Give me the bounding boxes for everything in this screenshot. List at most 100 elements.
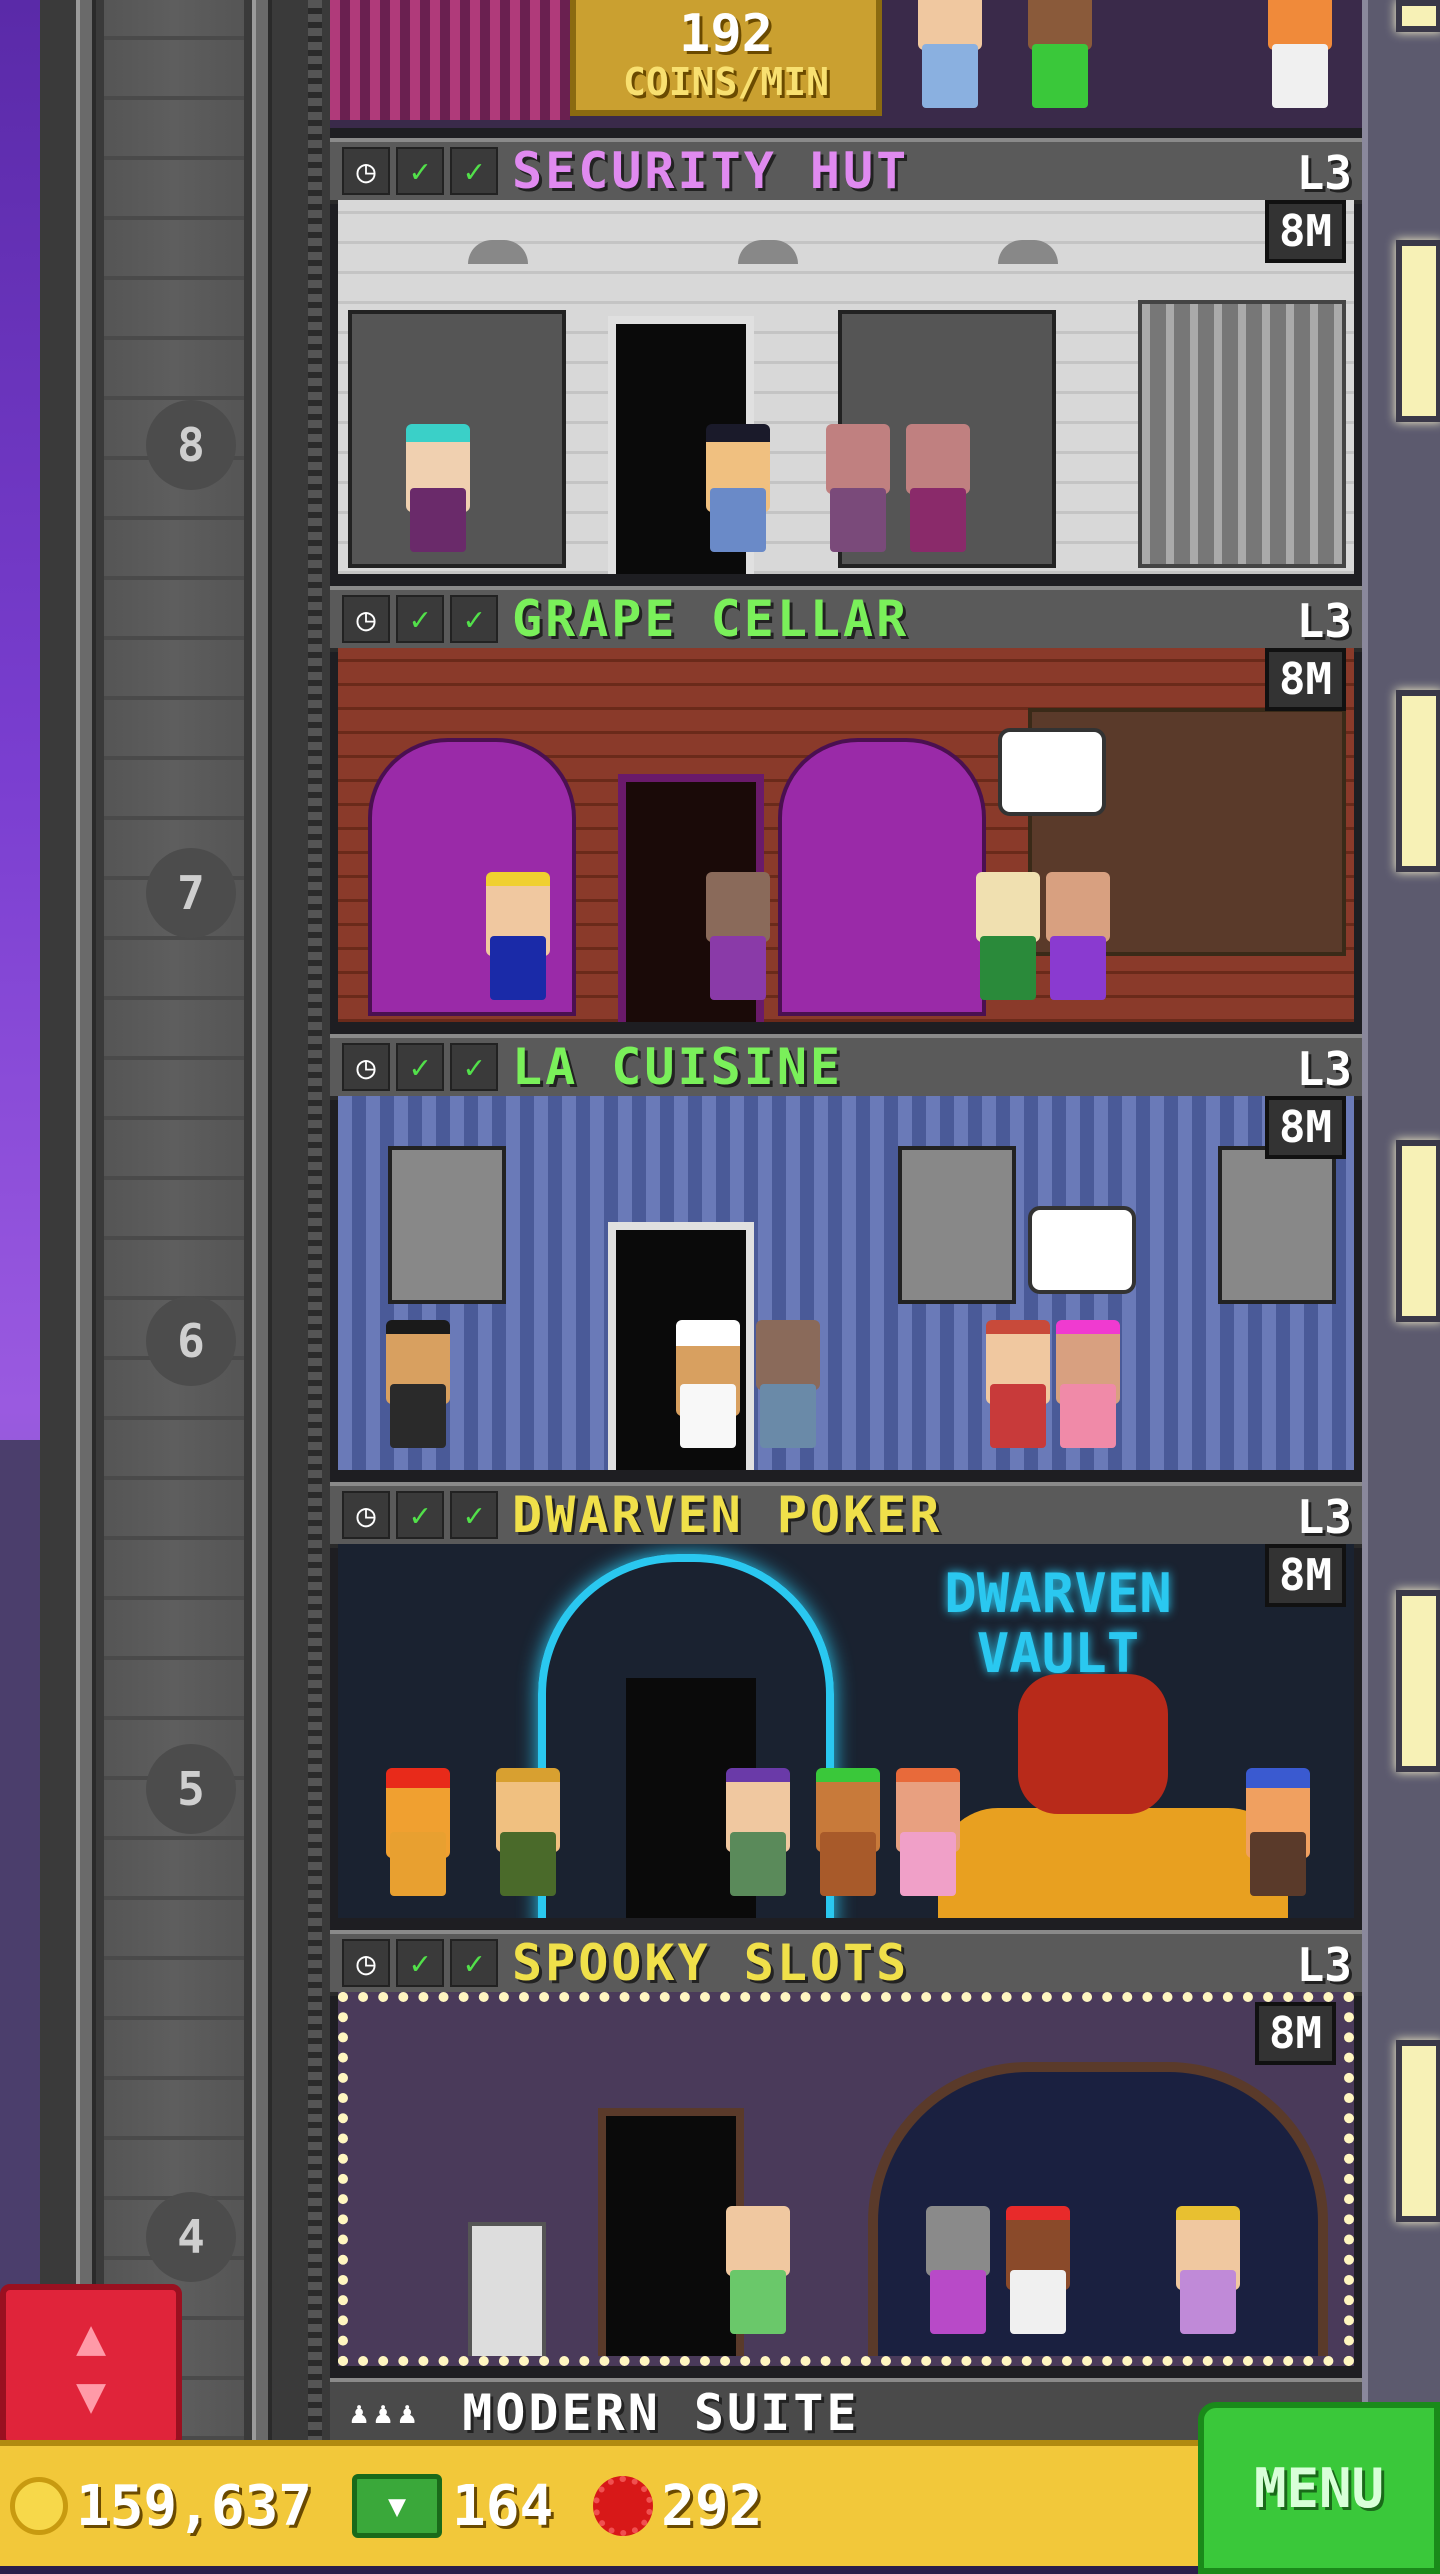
floor-level: L3 bbox=[1296, 594, 1352, 648]
bitizen-chef[interactable] bbox=[668, 1320, 748, 1460]
bux-value: 164 bbox=[452, 2473, 554, 2539]
gems-value: 292 bbox=[661, 2473, 763, 2539]
check-icon: ✓ bbox=[396, 595, 444, 643]
bitizen[interactable] bbox=[968, 872, 1048, 1012]
bux-icon: ▼ bbox=[352, 2474, 443, 2538]
floor-level: L3 bbox=[1296, 146, 1352, 200]
bitizen[interactable] bbox=[910, 0, 990, 120]
elevator-button[interactable]: ▲▼ bbox=[0, 2284, 182, 2448]
speech-bubble[interactable] bbox=[998, 728, 1106, 816]
menu-button[interactable]: MENU bbox=[1198, 2402, 1440, 2574]
check-icon: ✓ bbox=[396, 1939, 444, 1987]
floor-header[interactable]: ◷ ✓ ✓ SECURITY HUT L3 bbox=[330, 138, 1362, 204]
clock-icon: ◷ bbox=[342, 147, 390, 195]
floor-la-cuisine[interactable]: ◷ ✓ ✓ LA CUISINE L3 8M bbox=[330, 1034, 1362, 1482]
floor-number-5: 5 bbox=[146, 1744, 236, 1834]
floor-security-hut[interactable]: ◷ ✓ ✓ SECURITY HUT L3 8M bbox=[330, 138, 1362, 586]
floor-spooky-slots[interactable]: ◷ ✓ ✓ SPOOKY SLOTS L3 8M bbox=[330, 1930, 1362, 2378]
clock-icon: ◷ bbox=[342, 1491, 390, 1539]
elevator-chain bbox=[308, 0, 322, 2440]
check-icon: ✓ bbox=[450, 1491, 498, 1539]
bitizen-dwarf[interactable] bbox=[1238, 1768, 1318, 1908]
slot-machine bbox=[468, 2222, 546, 2356]
check-icon: ✓ bbox=[450, 1939, 498, 1987]
resource-bar: 159,637 ▼ 164 292 MENU bbox=[0, 2402, 1440, 2574]
room-interior[interactable]: DWARVEN VAULT 8M bbox=[338, 1544, 1354, 1918]
floor-name: LA CUISINE bbox=[512, 1038, 844, 1096]
check-icon: ✓ bbox=[450, 147, 498, 195]
pillar-window bbox=[1396, 2040, 1440, 2222]
speech-bubble[interactable] bbox=[1028, 1206, 1136, 1294]
clock-icon: ◷ bbox=[342, 1939, 390, 1987]
bitizen[interactable] bbox=[698, 872, 778, 1012]
coins-per-minute-banner[interactable]: 192 COINS/MIN bbox=[570, 0, 882, 116]
room-interior[interactable]: 8M bbox=[338, 200, 1354, 574]
tower: 192 COINS/MIN ◷ ✓ ✓ SECURITY HUT L3 8M ◷… bbox=[330, 0, 1362, 2440]
floor-name: GRAPE CELLAR bbox=[512, 590, 910, 648]
vault-sign-line1: DWARVEN bbox=[944, 1562, 1172, 1625]
bitizen-security-guard[interactable] bbox=[698, 424, 778, 564]
floor-header[interactable]: ◷ ✓ ✓ GRAPE CELLAR L3 bbox=[330, 586, 1362, 652]
bitizen[interactable] bbox=[808, 1768, 888, 1908]
bitizen[interactable] bbox=[378, 1768, 458, 1908]
bitizen[interactable] bbox=[898, 424, 978, 564]
wall-painting bbox=[898, 1146, 1016, 1304]
bitizen[interactable] bbox=[718, 1768, 798, 1908]
clock-icon: ◷ bbox=[342, 595, 390, 643]
bux-display[interactable]: ▼ 164 bbox=[352, 2474, 583, 2539]
bitizen[interactable] bbox=[718, 2206, 798, 2346]
bitizen[interactable] bbox=[998, 2206, 1078, 2346]
floor-header[interactable]: ◷ ✓ ✓ DWARVEN POKER L3 bbox=[330, 1482, 1362, 1548]
coins-display[interactable]: 159,637 bbox=[10, 2474, 342, 2539]
room-interior[interactable]: 8M bbox=[338, 1992, 1354, 2366]
floor-header[interactable]: ◷ ✓ ✓ LA CUISINE L3 bbox=[330, 1034, 1362, 1100]
room-interior[interactable]: 8M bbox=[338, 1096, 1354, 1470]
bitizen[interactable] bbox=[1038, 872, 1118, 1012]
elevator-shaft[interactable]: 8 7 6 5 4 bbox=[40, 0, 330, 2440]
bitizen[interactable] bbox=[888, 1768, 968, 1908]
check-icon: ✓ bbox=[396, 1491, 444, 1539]
check-icon: ✓ bbox=[450, 595, 498, 643]
stock-badge: 8M bbox=[1265, 648, 1346, 711]
vault-sign: DWARVEN VAULT bbox=[908, 1564, 1208, 1684]
floor-name: MODERN SUITE bbox=[462, 2384, 860, 2442]
bitizen[interactable] bbox=[1168, 2206, 1248, 2346]
coins-per-minute-label: COINS/MIN bbox=[623, 60, 829, 104]
pillar-window bbox=[1396, 1590, 1440, 1772]
stock-badge: 8M bbox=[1265, 1096, 1346, 1159]
pillar-window bbox=[1396, 240, 1440, 422]
elevator-rail-right bbox=[252, 0, 272, 2440]
stock-badge: 8M bbox=[1265, 200, 1346, 263]
stock-badge: 8M bbox=[1255, 2002, 1336, 2065]
floor-level: L3 bbox=[1296, 1042, 1352, 1096]
floor-dwarven-poker[interactable]: ◷ ✓ ✓ DWARVEN POKER L3 DWARVEN VAULT 8M bbox=[330, 1482, 1362, 1930]
bitizen[interactable] bbox=[488, 1768, 568, 1908]
wine-rack bbox=[778, 738, 986, 1016]
bitizen[interactable] bbox=[398, 424, 478, 564]
check-icon: ✓ bbox=[450, 1043, 498, 1091]
floor-header[interactable]: ◷ ✓ ✓ SPOOKY SLOTS L3 bbox=[330, 1930, 1362, 1996]
floor-number-7: 7 bbox=[146, 848, 236, 938]
bitizen[interactable] bbox=[378, 1320, 458, 1460]
bitizen[interactable] bbox=[978, 1320, 1058, 1460]
check-icon: ✓ bbox=[396, 1043, 444, 1091]
bitizen[interactable] bbox=[1260, 0, 1340, 120]
check-icon: ✓ bbox=[396, 147, 444, 195]
dragon bbox=[1018, 1674, 1168, 1814]
bitizen[interactable] bbox=[1048, 1320, 1128, 1460]
coins-per-minute-value: 192 bbox=[679, 4, 773, 64]
bitizen[interactable] bbox=[748, 1320, 828, 1460]
floor-level: L3 bbox=[1296, 1938, 1352, 1992]
bitizen-zombie[interactable] bbox=[918, 2206, 998, 2346]
bitizen[interactable] bbox=[818, 424, 898, 564]
elevator-arrows-icon: ▲▼ bbox=[62, 2308, 120, 2424]
bitizen[interactable] bbox=[478, 872, 558, 1012]
floor-grape-cellar[interactable]: ◷ ✓ ✓ GRAPE CELLAR L3 8M bbox=[330, 586, 1362, 1034]
gems-display[interactable]: 292 bbox=[593, 2474, 792, 2539]
top-floor-partial[interactable]: 192 COINS/MIN bbox=[330, 0, 1362, 128]
room-interior[interactable]: 8M bbox=[338, 648, 1354, 1022]
floor-level: L3 bbox=[1296, 1490, 1352, 1544]
coins-value: 159,637 bbox=[76, 2473, 313, 2539]
bitizen[interactable] bbox=[1020, 0, 1100, 120]
tower-edge-pillar bbox=[1362, 0, 1440, 2440]
